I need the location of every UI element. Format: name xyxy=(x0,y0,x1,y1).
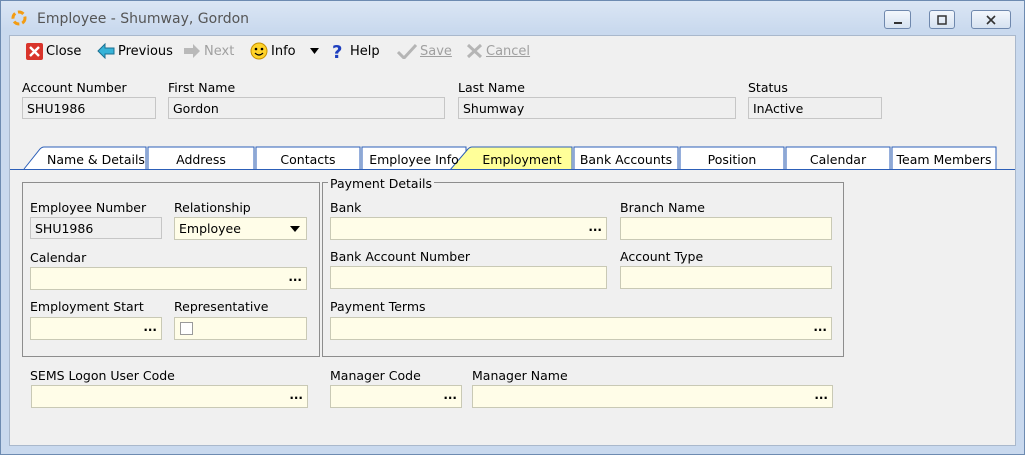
manager-code-field[interactable]: ... xyxy=(330,385,462,408)
checkmark-icon xyxy=(397,43,417,59)
tab-team-members[interactable]: Team Members xyxy=(892,152,996,167)
employee-number-field[interactable]: SHU1986 xyxy=(30,217,162,239)
ellipsis-icon[interactable]: ... xyxy=(288,270,302,284)
arrow-right-icon xyxy=(184,44,200,58)
tab-address[interactable]: Address xyxy=(148,152,254,167)
minimize-button[interactable] xyxy=(884,10,911,29)
tab-employee-info[interactable]: Employee Info xyxy=(362,152,466,167)
restore-button[interactable] xyxy=(929,10,955,29)
tab-name-details[interactable]: Name & Details xyxy=(46,152,146,167)
sems-logon-label: SEMS Logon User Code xyxy=(30,368,175,383)
branch-name-field[interactable] xyxy=(620,217,832,240)
status-label: Status xyxy=(748,80,788,95)
ellipsis-icon[interactable]: ... xyxy=(443,388,457,402)
relationship-label: Relationship xyxy=(174,200,251,215)
representative-checkbox[interactable] xyxy=(180,322,193,335)
close-icon xyxy=(986,14,996,25)
bank-label: Bank xyxy=(330,200,362,215)
ellipsis-icon[interactable]: ... xyxy=(143,320,157,334)
ellipsis-icon[interactable]: ... xyxy=(588,220,602,234)
ellipsis-icon[interactable]: ... xyxy=(814,388,828,402)
window-title: Employee - Shumway, Gordon xyxy=(37,11,250,27)
representative-field xyxy=(174,317,307,340)
dropdown-arrow-icon xyxy=(290,226,300,232)
cancel-button[interactable]: Cancel xyxy=(466,42,530,60)
chevron-down-icon xyxy=(310,48,319,54)
bank-field[interactable]: ... xyxy=(330,217,607,240)
account-number-label: Account Number xyxy=(22,80,127,95)
last-name-field[interactable]: Shumway xyxy=(458,97,736,119)
first-name-label: First Name xyxy=(168,80,236,95)
help-question-icon: ? xyxy=(332,42,342,60)
relationship-select[interactable]: Employee xyxy=(174,217,307,240)
account-type-field[interactable] xyxy=(620,266,832,289)
sems-logon-field[interactable]: ... xyxy=(31,385,308,408)
account-number-field[interactable]: SHU1986 xyxy=(22,97,156,119)
close-label: Close xyxy=(46,43,82,59)
payment-terms-label: Payment Terms xyxy=(330,299,426,314)
manager-name-label: Manager Name xyxy=(472,368,568,383)
employment-start-label: Employment Start xyxy=(30,299,144,314)
info-button[interactable]: Info xyxy=(250,42,296,60)
save-button[interactable]: Save xyxy=(397,42,452,60)
previous-button[interactable]: Previous xyxy=(97,42,173,60)
next-button[interactable]: Next xyxy=(183,42,234,60)
relationship-value: Employee xyxy=(179,221,241,236)
payment-details-title: Payment Details xyxy=(328,176,435,191)
form-client-area: Close Previous Next Info ? Help Save Can… xyxy=(9,35,1016,446)
info-dropdown-button[interactable] xyxy=(310,42,319,60)
help-label: Help xyxy=(350,43,380,59)
previous-label: Previous xyxy=(118,43,173,59)
minimize-icon xyxy=(893,21,902,24)
calendar-field[interactable]: ... xyxy=(30,267,307,290)
info-label: Info xyxy=(271,43,296,59)
employee-window: Employee - Shumway, Gordon Close Previou… xyxy=(0,0,1025,455)
svg-text:?: ? xyxy=(332,42,342,60)
next-label: Next xyxy=(204,43,235,59)
title-bar[interactable]: Employee - Shumway, Gordon xyxy=(1,1,1024,35)
cancel-x-icon xyxy=(466,43,483,59)
restore-icon xyxy=(937,14,947,25)
tab-contacts[interactable]: Contacts xyxy=(256,152,360,167)
close-button[interactable]: Close xyxy=(26,42,81,60)
payment-terms-field[interactable]: ... xyxy=(330,317,832,340)
tab-calendar[interactable]: Calendar xyxy=(786,152,890,167)
app-logo-icon xyxy=(11,10,27,26)
tab-position[interactable]: Position xyxy=(680,152,784,167)
close-x-icon xyxy=(26,42,43,60)
smiley-icon xyxy=(250,42,268,60)
toolbar: Close Previous Next Info ? Help Save Can… xyxy=(10,36,1015,66)
employment-start-field[interactable]: ... xyxy=(30,317,162,340)
representative-label: Representative xyxy=(174,299,269,314)
arrow-left-icon xyxy=(97,43,115,59)
employee-number-label: Employee Number xyxy=(30,200,147,215)
status-field[interactable]: InActive xyxy=(748,97,882,119)
help-button[interactable]: ? Help xyxy=(331,42,380,60)
first-name-field[interactable]: Gordon xyxy=(168,97,445,119)
ellipsis-icon[interactable]: ... xyxy=(813,320,827,334)
manager-name-field[interactable]: ... xyxy=(472,385,833,408)
tab-baseline xyxy=(10,169,1015,170)
branch-name-label: Branch Name xyxy=(620,200,705,215)
cancel-label: Cancel xyxy=(486,43,531,59)
account-type-label: Account Type xyxy=(620,249,704,264)
close-window-button[interactable] xyxy=(971,10,1011,29)
save-label: Save xyxy=(420,43,452,59)
bank-account-number-field[interactable] xyxy=(330,266,607,289)
calendar-label: Calendar xyxy=(30,250,87,265)
tab-bank-accounts[interactable]: Bank Accounts xyxy=(574,152,678,167)
last-name-label: Last Name xyxy=(458,80,525,95)
manager-code-label: Manager Code xyxy=(330,368,421,383)
tab-employment[interactable]: Employment xyxy=(472,152,572,167)
ellipsis-icon[interactable]: ... xyxy=(289,388,303,402)
bank-account-number-label: Bank Account Number xyxy=(330,249,471,264)
